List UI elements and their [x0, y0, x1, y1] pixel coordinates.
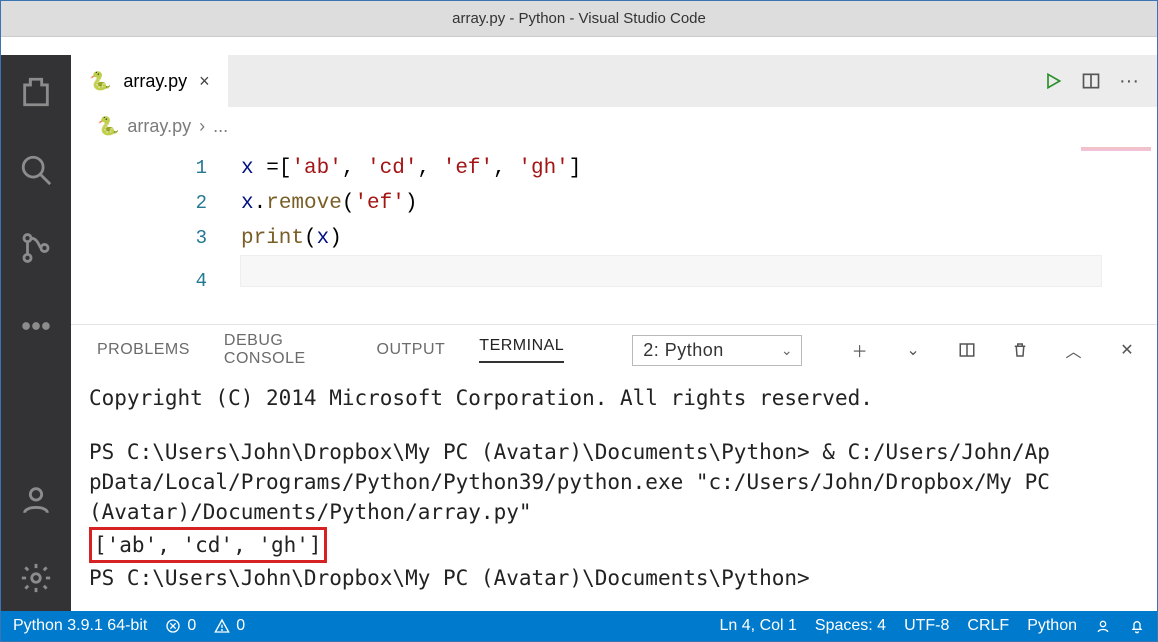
maximize-panel-icon[interactable]: ︿ — [1064, 338, 1083, 362]
tab-label: array.py — [123, 71, 187, 92]
more-icon[interactable] — [19, 309, 53, 343]
terminal-selector-label: 2: Python — [643, 340, 724, 360]
code-line[interactable]: 3print(x) — [71, 221, 1157, 256]
editor-more-icon[interactable]: ··· — [1115, 67, 1143, 95]
search-icon[interactable] — [19, 153, 53, 187]
bottom-panel: PROBLEMS DEBUG CONSOLE OUTPUT TERMINAL 2… — [71, 324, 1157, 611]
close-panel-icon[interactable]: ✕ — [1118, 338, 1137, 362]
tab-problems[interactable]: PROBLEMS — [97, 341, 190, 359]
explorer-icon[interactable] — [19, 75, 53, 109]
panel-tabs: PROBLEMS DEBUG CONSOLE OUTPUT TERMINAL 2… — [71, 325, 1157, 375]
status-bar: Python 3.9.1 64-bit 0 0 Ln 4, Col 1 Spac… — [1, 611, 1157, 641]
terminal-output[interactable]: Copyright (C) 2014 Microsoft Corporation… — [71, 375, 1157, 611]
status-language[interactable]: Python — [1027, 617, 1077, 635]
terminal-selector[interactable]: 2: Python ⌄ — [632, 335, 802, 366]
terminal-output-highlight: ['ab', 'cd', 'gh'] — [89, 527, 327, 563]
code-line[interactable]: 1x =['ab', 'cd', 'ef', 'gh'] — [71, 151, 1157, 186]
terminal-line: pData/Local/Programs/Python/Python39/pyt… — [89, 467, 1141, 497]
settings-gear-icon[interactable] — [19, 561, 53, 595]
vscode-window: array.py - Python - Visual Studio Code F… — [0, 0, 1158, 642]
terminal-line: PS C:\Users\John\Dropbox\My PC (Avatar)\… — [89, 563, 1141, 593]
tab-row: 🐍 array.py × ··· — [71, 55, 1157, 107]
line-number: 2 — [71, 186, 241, 220]
tab-array-py[interactable]: 🐍 array.py × — [71, 55, 228, 107]
chevron-down-icon: ⌄ — [781, 342, 793, 359]
code-content[interactable]: x.remove('ef') — [241, 187, 417, 221]
account-icon[interactable] — [19, 483, 53, 517]
python-file-icon: 🐍 — [89, 71, 111, 92]
tab-debug-console[interactable]: DEBUG CONSOLE — [224, 332, 343, 368]
code-editor[interactable]: 1x =['ab', 'cd', 'ef', 'gh']2x.remove('e… — [71, 145, 1157, 324]
terminal-line: (Avatar)/Documents/Python/array.py" — [89, 497, 1141, 527]
trash-icon[interactable] — [1011, 338, 1030, 362]
python-file-icon: 🐍 — [97, 116, 119, 137]
run-button[interactable] — [1039, 67, 1067, 95]
bell-icon[interactable] — [1129, 618, 1145, 634]
menu-bar: File Edit Selection View Go Run — [1, 37, 1157, 55]
line-number: 1 — [71, 151, 241, 185]
split-terminal-icon[interactable] — [957, 338, 976, 362]
source-control-icon[interactable] — [19, 231, 53, 265]
status-warnings[interactable]: 0 — [214, 617, 245, 635]
breadcrumb-file: array.py — [127, 116, 191, 137]
code-content[interactable] — [241, 256, 1101, 286]
code-content[interactable]: x =['ab', 'cd', 'ef', 'gh'] — [241, 152, 581, 186]
code-content[interactable]: print(x) — [241, 222, 342, 256]
split-editor-icon[interactable] — [1077, 67, 1105, 95]
feedback-icon[interactable] — [1095, 618, 1111, 634]
editor-group: 🐍 array.py × ··· 🐍 array.py › ... 1x =['… — [71, 55, 1157, 611]
tab-close-icon[interactable]: × — [199, 71, 210, 92]
line-number: 4 — [71, 264, 241, 298]
title-bar: array.py - Python - Visual Studio Code — [1, 1, 1157, 37]
status-eol[interactable]: CRLF — [967, 617, 1009, 635]
tab-output[interactable]: OUTPUT — [377, 341, 446, 359]
terminal-line: PS C:\Users\John\Dropbox\My PC (Avatar)\… — [89, 437, 1141, 467]
window-title: array.py - Python - Visual Studio Code — [452, 10, 706, 27]
status-python-version[interactable]: Python 3.9.1 64-bit — [13, 617, 147, 635]
minimap[interactable] — [1081, 147, 1151, 157]
breadcrumb-sep: › — [199, 116, 205, 137]
tab-terminal[interactable]: TERMINAL — [479, 337, 564, 363]
chevron-down-icon[interactable]: ⌄ — [904, 338, 923, 362]
breadcrumb[interactable]: 🐍 array.py › ... — [71, 107, 1157, 145]
status-encoding[interactable]: UTF-8 — [904, 617, 949, 635]
breadcrumb-rest: ... — [213, 116, 228, 137]
activity-bar — [1, 55, 71, 611]
code-line[interactable]: 2x.remove('ef') — [71, 186, 1157, 221]
status-spaces[interactable]: Spaces: 4 — [815, 617, 886, 635]
status-cursor-pos[interactable]: Ln 4, Col 1 — [720, 617, 797, 635]
code-line[interactable]: 4 — [71, 256, 1157, 298]
terminal-line: Copyright (C) 2014 Microsoft Corporation… — [89, 383, 1141, 413]
line-number: 3 — [71, 221, 241, 255]
new-terminal-icon[interactable]: ＋ — [850, 338, 869, 362]
status-errors[interactable]: 0 — [165, 617, 196, 635]
